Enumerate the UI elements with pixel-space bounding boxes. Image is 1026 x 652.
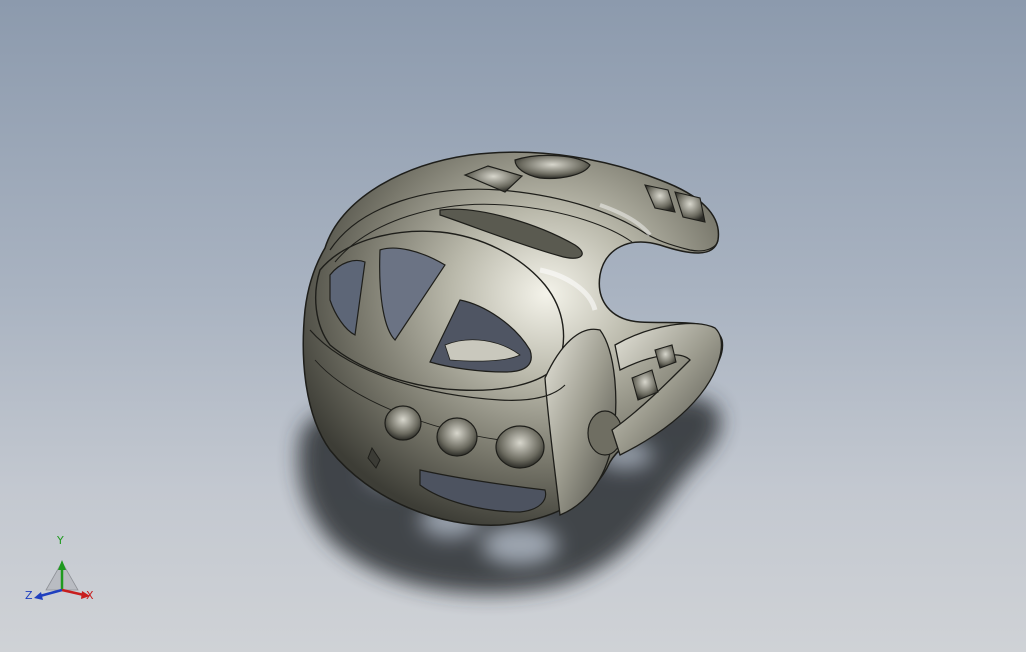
model-view[interactable] — [0, 0, 1026, 652]
axis-triad[interactable]: Y X Z — [22, 532, 102, 608]
x-axis-label: X — [86, 589, 94, 602]
round-hole-1 — [384, 405, 422, 441]
round-hole-2 — [436, 417, 478, 457]
round-hole-3 — [495, 425, 545, 469]
graphics-viewport[interactable]: Y X Z — [0, 0, 1026, 652]
y-axis-label: Y — [57, 534, 64, 547]
z-axis-label: Z — [25, 589, 33, 602]
